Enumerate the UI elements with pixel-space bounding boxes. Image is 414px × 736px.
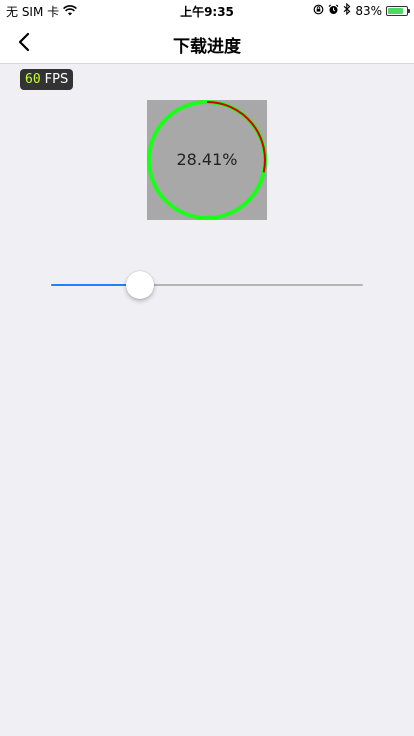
bluetooth-icon xyxy=(343,2,351,18)
page-title: 下载进度 xyxy=(173,37,241,57)
orientation-lock-icon xyxy=(313,4,324,18)
battery-level xyxy=(388,7,403,14)
alarm-icon xyxy=(328,4,339,18)
fps-value: 60 xyxy=(25,72,41,87)
progress-slider[interactable] xyxy=(51,270,363,300)
status-bar: 无 SIM 卡 上午9:35 83% xyxy=(0,0,414,20)
fps-label: FPS xyxy=(44,72,69,87)
download-progress-ring: 28.41% xyxy=(147,100,267,220)
battery-percent: 83% xyxy=(355,3,382,18)
progress-percentage: 28.41% xyxy=(176,150,238,169)
battery-icon xyxy=(386,5,410,16)
slider-thumb[interactable] xyxy=(125,271,154,299)
status-right: 83% xyxy=(313,2,410,18)
fps-indicator: 60 FPS xyxy=(20,69,74,90)
navigation-bar: 下载进度 xyxy=(0,20,414,64)
